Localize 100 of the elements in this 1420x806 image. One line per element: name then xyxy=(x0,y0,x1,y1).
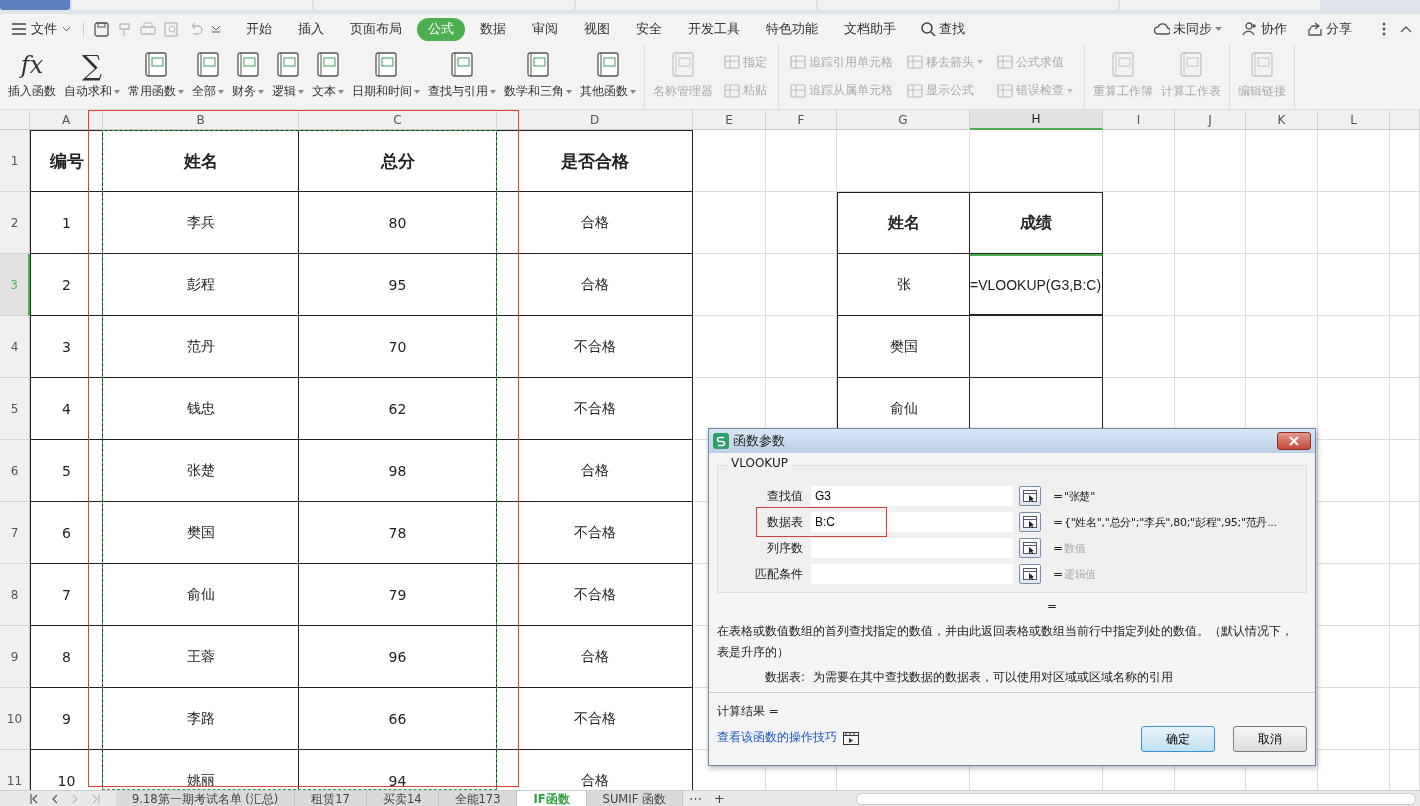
input-field[interactable] xyxy=(811,538,1013,558)
column-header[interactable]: H xyxy=(970,110,1103,130)
column-header[interactable]: F xyxy=(766,110,837,130)
sheet-tab[interactable]: 租赁17 xyxy=(295,790,367,806)
equals-sign: = xyxy=(1053,567,1064,581)
row-header[interactable]: 7 xyxy=(0,502,30,564)
add-sheet-button[interactable]: + xyxy=(707,790,731,806)
range-picker-button[interactable] xyxy=(1019,564,1041,584)
ribbon-button[interactable]: 常用函数 xyxy=(124,44,188,109)
document-tab[interactable] xyxy=(0,0,70,10)
ribbon-button[interactable]: 财务 xyxy=(228,44,268,109)
ribbon-button[interactable]: fx 插入函数 xyxy=(4,44,60,109)
column-header[interactable]: A xyxy=(30,110,103,130)
column-header[interactable]: K xyxy=(1246,110,1318,130)
table-cell: 钱忠 xyxy=(103,378,299,440)
column-header[interactable] xyxy=(1390,110,1420,130)
input-field[interactable]: G3 xyxy=(811,486,1013,506)
row-header[interactable]: 9 xyxy=(0,626,30,688)
result-value: {"姓名","总分";"李兵",80;"彭程",95;"范丹... xyxy=(1064,514,1277,530)
ok-button[interactable]: 确定 xyxy=(1141,726,1215,752)
menu-tab[interactable]: 插入 xyxy=(287,17,335,41)
active-cell[interactable]: =VLOOKUP(G3,B:C) xyxy=(970,254,1103,316)
ribbon-button[interactable]: 查找与引用 xyxy=(424,44,500,109)
command-icon xyxy=(790,82,806,99)
table-cell: 3 xyxy=(30,316,103,378)
toolbar-button[interactable]: 协作 xyxy=(1236,19,1293,39)
toolbar-button[interactable]: 未同步 xyxy=(1148,19,1228,39)
command-icon xyxy=(997,82,1013,99)
column-header[interactable]: D xyxy=(497,110,693,130)
close-button[interactable] xyxy=(1277,432,1311,450)
field-label: 列序数 xyxy=(766,539,804,557)
first-sheet-icon[interactable] xyxy=(30,793,38,804)
format-painter-icon[interactable] xyxy=(117,21,132,37)
row-header[interactable]: 4 xyxy=(0,316,30,378)
ribbon-button[interactable]: ∑ 自动求和 xyxy=(60,44,124,109)
table-cell: 6 xyxy=(30,502,103,564)
range-picker-button[interactable] xyxy=(1019,512,1041,532)
corner-cell[interactable] xyxy=(0,110,30,130)
help-link[interactable]: 查看该函数的操作技巧 xyxy=(717,729,859,746)
print-preview-icon[interactable] xyxy=(164,21,180,37)
sheet-tab[interactable]: SUMIF 函数 xyxy=(586,790,683,806)
sheet-tab[interactable]: 全能173 xyxy=(438,790,518,806)
column-header[interactable]: L xyxy=(1318,110,1390,130)
ribbon-button[interactable]: 日期和时间 xyxy=(348,44,424,109)
caret-icon xyxy=(298,90,304,94)
row-header[interactable]: 6 xyxy=(0,440,30,502)
toolbar-button[interactable]: 分享 xyxy=(1301,19,1358,39)
menu-tab[interactable]: 安全 xyxy=(625,17,673,41)
range-picker-button[interactable] xyxy=(1019,538,1041,558)
sheet-tab[interactable]: 买卖14 xyxy=(366,790,439,806)
table-cell: 4 xyxy=(30,378,103,440)
collapse-icon[interactable] xyxy=(1400,25,1412,33)
menu-icon xyxy=(12,23,26,35)
row-header[interactable]: 10 xyxy=(0,688,30,750)
menu-tab[interactable]: 文档助手 xyxy=(833,17,907,41)
menu-tab[interactable]: 开发工具 xyxy=(677,17,751,41)
column-header[interactable]: G xyxy=(837,110,970,130)
ribbon-button[interactable]: 数学和三角 xyxy=(500,44,576,109)
previous-sheet-icon[interactable] xyxy=(52,793,58,804)
table-cell: 不合格 xyxy=(497,502,693,564)
ribbon-button[interactable]: 其他函数 xyxy=(576,44,640,109)
column-header[interactable]: J xyxy=(1175,110,1246,130)
print-icon[interactable] xyxy=(140,21,156,37)
menu-tab[interactable]: 页面布局 xyxy=(339,17,413,41)
table-cell: 1 xyxy=(30,192,103,254)
table-cell: 樊国 xyxy=(837,316,970,378)
input-field[interactable]: B:C xyxy=(811,512,1013,532)
file-menu[interactable]: 文件 xyxy=(8,20,75,38)
row-header[interactable]: 5 xyxy=(0,378,30,440)
table-cell: 9 xyxy=(30,688,103,750)
column-header[interactable]: I xyxy=(1103,110,1175,130)
row-header[interactable]: 1 xyxy=(0,130,30,192)
cancel-button[interactable]: 取消 xyxy=(1233,726,1307,752)
save-icon[interactable] xyxy=(94,21,109,37)
row-header[interactable]: 2 xyxy=(0,192,30,254)
more-sheets-button[interactable]: ⋯ xyxy=(682,790,708,806)
ribbon-button[interactable]: 全部 xyxy=(188,44,228,109)
row-header[interactable]: 11 xyxy=(0,750,30,790)
menu-tab[interactable]: 数据 xyxy=(469,17,517,41)
menu-tab[interactable]: 审阅 xyxy=(521,17,569,41)
next-sheet-icon[interactable] xyxy=(72,793,78,804)
menu-tab[interactable]: 特色功能 xyxy=(755,17,829,41)
table-cell: 79 xyxy=(299,564,497,626)
ribbon-button[interactable]: 文本 xyxy=(308,44,348,109)
horizontal-scrollbar[interactable] xyxy=(856,792,1416,805)
menu-tab[interactable]: 视图 xyxy=(573,17,621,41)
function-book-icon xyxy=(374,52,398,78)
grid-cell[interactable] xyxy=(970,316,1103,378)
last-sheet-icon[interactable] xyxy=(92,793,100,804)
column-header[interactable]: E xyxy=(693,110,766,130)
column-header[interactable]: C xyxy=(299,110,497,130)
column-header[interactable]: B xyxy=(103,110,299,130)
search-button[interactable]: 查找 xyxy=(915,19,971,39)
sheet-tab[interactable]: 9.18第一期考试名单 (汇总) xyxy=(116,790,296,806)
more-icon[interactable] xyxy=(1382,22,1386,36)
menu-tab[interactable]: 开始 xyxy=(235,17,283,41)
range-picker-button[interactable] xyxy=(1019,486,1041,506)
row-header[interactable]: 8 xyxy=(0,564,30,626)
function-book-icon xyxy=(144,52,168,78)
ribbon-button[interactable]: 逻辑 xyxy=(268,44,308,109)
